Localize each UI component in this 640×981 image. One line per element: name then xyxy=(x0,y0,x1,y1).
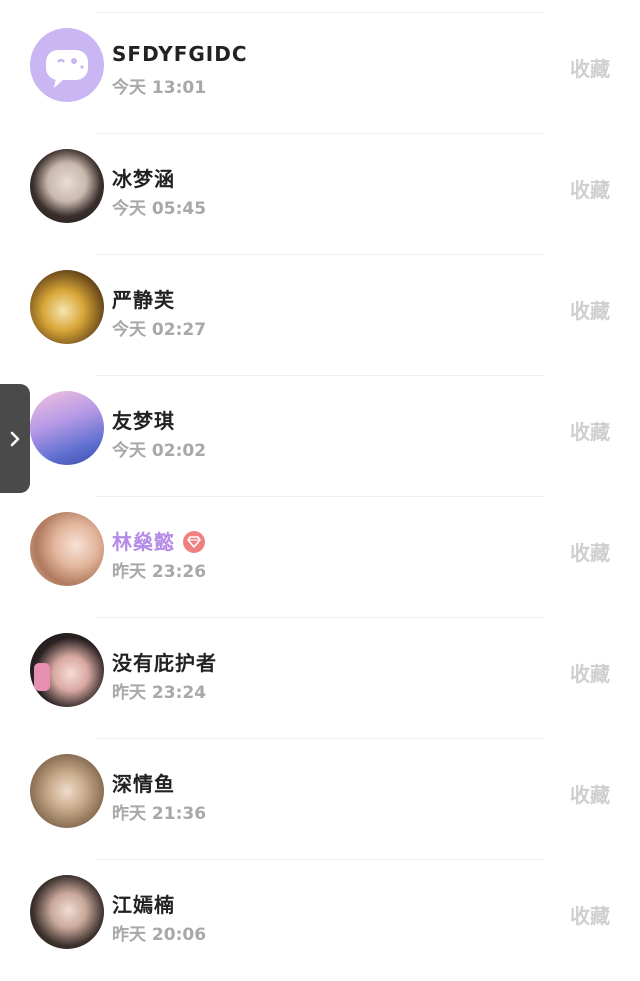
vip-badge xyxy=(183,530,205,553)
timestamp: 今天 02:02 xyxy=(112,441,207,461)
list-item[interactable]: 冰梦涵 今天 05:45 收藏 xyxy=(0,134,640,255)
avatar[interactable] xyxy=(30,270,104,344)
contact-name: 友梦琪 xyxy=(112,409,175,433)
avatar[interactable] xyxy=(30,875,104,949)
timestamp: 今天 13:01 xyxy=(112,78,207,98)
favorite-button[interactable]: 收藏 xyxy=(570,900,610,929)
list-item[interactable]: 没有庇护者 昨天 23:24 收藏 xyxy=(0,618,640,739)
list-item[interactable]: 林燊懿 昨天 23:26 收藏 xyxy=(0,497,640,618)
timestamp: 今天 02:27 xyxy=(112,320,207,340)
list-item[interactable]: SFDYFGIDC 今天 13:01 收藏 xyxy=(0,13,640,134)
timestamp: 昨天 20:06 xyxy=(112,925,207,945)
timestamp: 昨天 23:24 xyxy=(112,683,207,703)
side-drawer-tab[interactable] xyxy=(0,384,30,493)
avatar[interactable] xyxy=(30,633,104,707)
contact-name: 没有庇护者 xyxy=(112,651,217,675)
contact-name-text: 林燊懿 xyxy=(112,530,175,554)
favorite-button[interactable]: 收藏 xyxy=(570,537,610,566)
favorite-button[interactable]: 收藏 xyxy=(570,53,610,82)
avatar[interactable] xyxy=(30,754,104,828)
chevron-right-icon xyxy=(10,431,20,447)
avatar[interactable] xyxy=(30,391,104,465)
favorite-button[interactable]: 收藏 xyxy=(570,779,610,808)
favorite-button[interactable]: 收藏 xyxy=(570,658,610,687)
list-item[interactable]: 深情鱼 昨天 21:36 收藏 xyxy=(0,739,640,860)
avatar[interactable] xyxy=(30,28,104,102)
list-item[interactable]: 友梦琪 今天 02:02 收藏 xyxy=(0,376,640,497)
contact-name: 冰梦涵 xyxy=(112,167,175,191)
avatar[interactable] xyxy=(30,512,104,586)
list-item[interactable]: 严静芙 今天 02:27 收藏 xyxy=(0,255,640,376)
favorite-button[interactable]: 收藏 xyxy=(570,416,610,445)
avatar[interactable] xyxy=(30,149,104,223)
timestamp: 今天 05:45 xyxy=(112,199,207,219)
contact-name: 深情鱼 xyxy=(112,772,175,796)
favorite-button[interactable]: 收藏 xyxy=(570,295,610,324)
contact-name: SFDYFGIDC xyxy=(112,42,248,66)
chat-bubble-icon xyxy=(46,50,88,88)
favorite-button[interactable]: 收藏 xyxy=(570,174,610,203)
contact-name: 林燊懿 xyxy=(112,526,205,555)
timestamp: 昨天 23:26 xyxy=(112,562,207,582)
timestamp: 昨天 21:36 xyxy=(112,804,207,824)
diamond-icon xyxy=(187,535,201,548)
contact-name: 严静芙 xyxy=(112,288,175,312)
contact-name: 江嫣楠 xyxy=(112,893,175,917)
